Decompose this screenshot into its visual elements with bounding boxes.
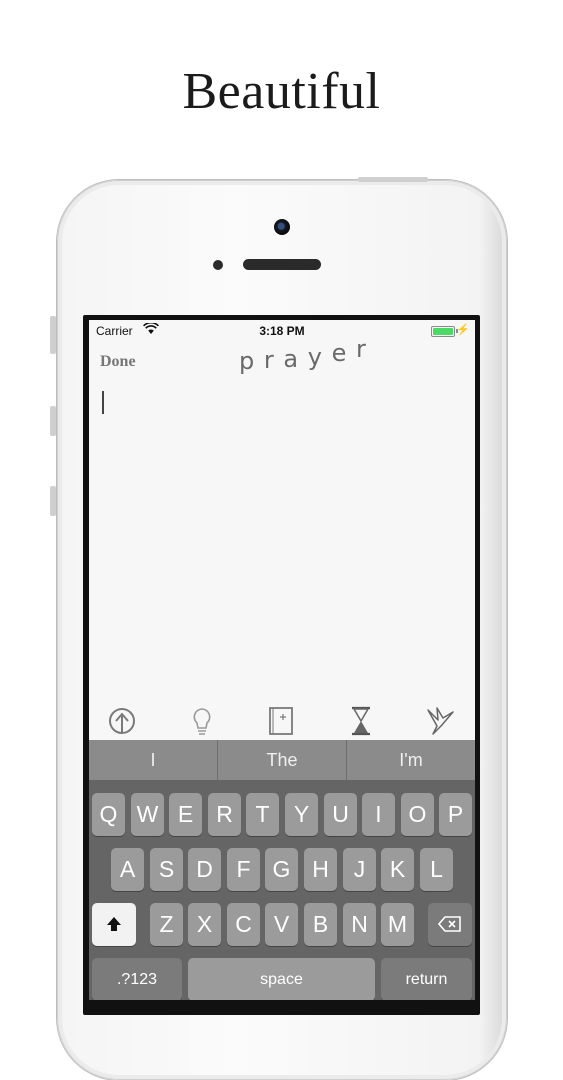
key[interactable]: J bbox=[343, 848, 376, 891]
key[interactable]: D bbox=[188, 848, 221, 891]
predictive-bar: I The I'm bbox=[89, 740, 475, 780]
origami-crane-icon[interactable] bbox=[423, 704, 457, 738]
mute-switch bbox=[50, 316, 56, 354]
suggestion-item[interactable]: The bbox=[218, 740, 347, 780]
key[interactable]: F bbox=[227, 848, 260, 891]
shift-arrow-icon bbox=[107, 917, 121, 931]
status-bar: Carrier 3:18 PM ⚡ bbox=[89, 320, 475, 342]
suggestion-item[interactable]: I bbox=[89, 740, 218, 780]
key[interactable]: H bbox=[304, 848, 337, 891]
logo-letter: p bbox=[239, 347, 256, 375]
key[interactable]: A bbox=[111, 848, 144, 891]
app-logo: p r a y e r bbox=[239, 335, 367, 375]
key[interactable]: X bbox=[188, 903, 221, 946]
volume-up-button bbox=[50, 406, 56, 436]
headline: Beautiful bbox=[182, 63, 381, 120]
delete-key[interactable] bbox=[428, 903, 472, 946]
logo-letter: y bbox=[307, 343, 323, 371]
charging-icon: ⚡ bbox=[456, 324, 470, 336]
logo-letter: e bbox=[331, 339, 348, 367]
front-camera bbox=[274, 219, 290, 235]
suggestion-item[interactable]: I'm bbox=[347, 740, 475, 780]
text-cursor[interactable] bbox=[102, 391, 104, 414]
key[interactable]: W bbox=[131, 793, 164, 836]
key[interactable]: T bbox=[246, 793, 279, 836]
key[interactable]: Q bbox=[92, 793, 125, 836]
lightbulb-icon[interactable] bbox=[185, 704, 219, 738]
keyboard: I The I'm Q W E R T Y U I O P A S D F G … bbox=[89, 740, 475, 1000]
key[interactable]: N bbox=[343, 903, 376, 946]
app-screen: Carrier 3:18 PM ⚡ Done p r a y e r I The… bbox=[89, 320, 475, 1000]
proximity-sensor bbox=[213, 260, 223, 270]
key[interactable]: P bbox=[439, 793, 472, 836]
key[interactable]: O bbox=[401, 793, 434, 836]
hourglass-icon[interactable] bbox=[344, 704, 378, 738]
key[interactable]: M bbox=[381, 903, 414, 946]
numbers-key[interactable]: .?123 bbox=[92, 958, 182, 1000]
key[interactable]: R bbox=[208, 793, 241, 836]
key[interactable]: U bbox=[324, 793, 357, 836]
power-button bbox=[358, 177, 428, 182]
key[interactable]: Y bbox=[285, 793, 318, 836]
toolbar bbox=[89, 702, 475, 742]
space-key[interactable]: space bbox=[188, 958, 375, 1000]
key[interactable]: G bbox=[265, 848, 298, 891]
earpiece-speaker bbox=[243, 259, 321, 270]
logo-letter: r bbox=[356, 335, 367, 363]
key[interactable]: I bbox=[362, 793, 395, 836]
logo-letter: r bbox=[263, 346, 275, 374]
key[interactable]: K bbox=[381, 848, 414, 891]
key[interactable]: C bbox=[227, 903, 260, 946]
volume-down-button bbox=[50, 486, 56, 516]
logo-letter: a bbox=[283, 345, 300, 373]
key[interactable]: L bbox=[420, 848, 453, 891]
key[interactable]: S bbox=[150, 848, 183, 891]
battery-icon bbox=[431, 326, 455, 337]
book-icon[interactable] bbox=[264, 704, 298, 738]
status-time: 3:18 PM bbox=[259, 324, 305, 338]
backspace-icon bbox=[437, 916, 461, 932]
key[interactable]: E bbox=[169, 793, 202, 836]
upload-circle-icon[interactable] bbox=[105, 704, 139, 738]
return-key[interactable]: return bbox=[381, 958, 472, 1000]
done-button[interactable]: Done bbox=[100, 353, 136, 371]
key[interactable]: V bbox=[265, 903, 298, 946]
key[interactable]: Z bbox=[150, 903, 183, 946]
key[interactable]: B bbox=[304, 903, 337, 946]
shift-key[interactable] bbox=[92, 903, 136, 946]
